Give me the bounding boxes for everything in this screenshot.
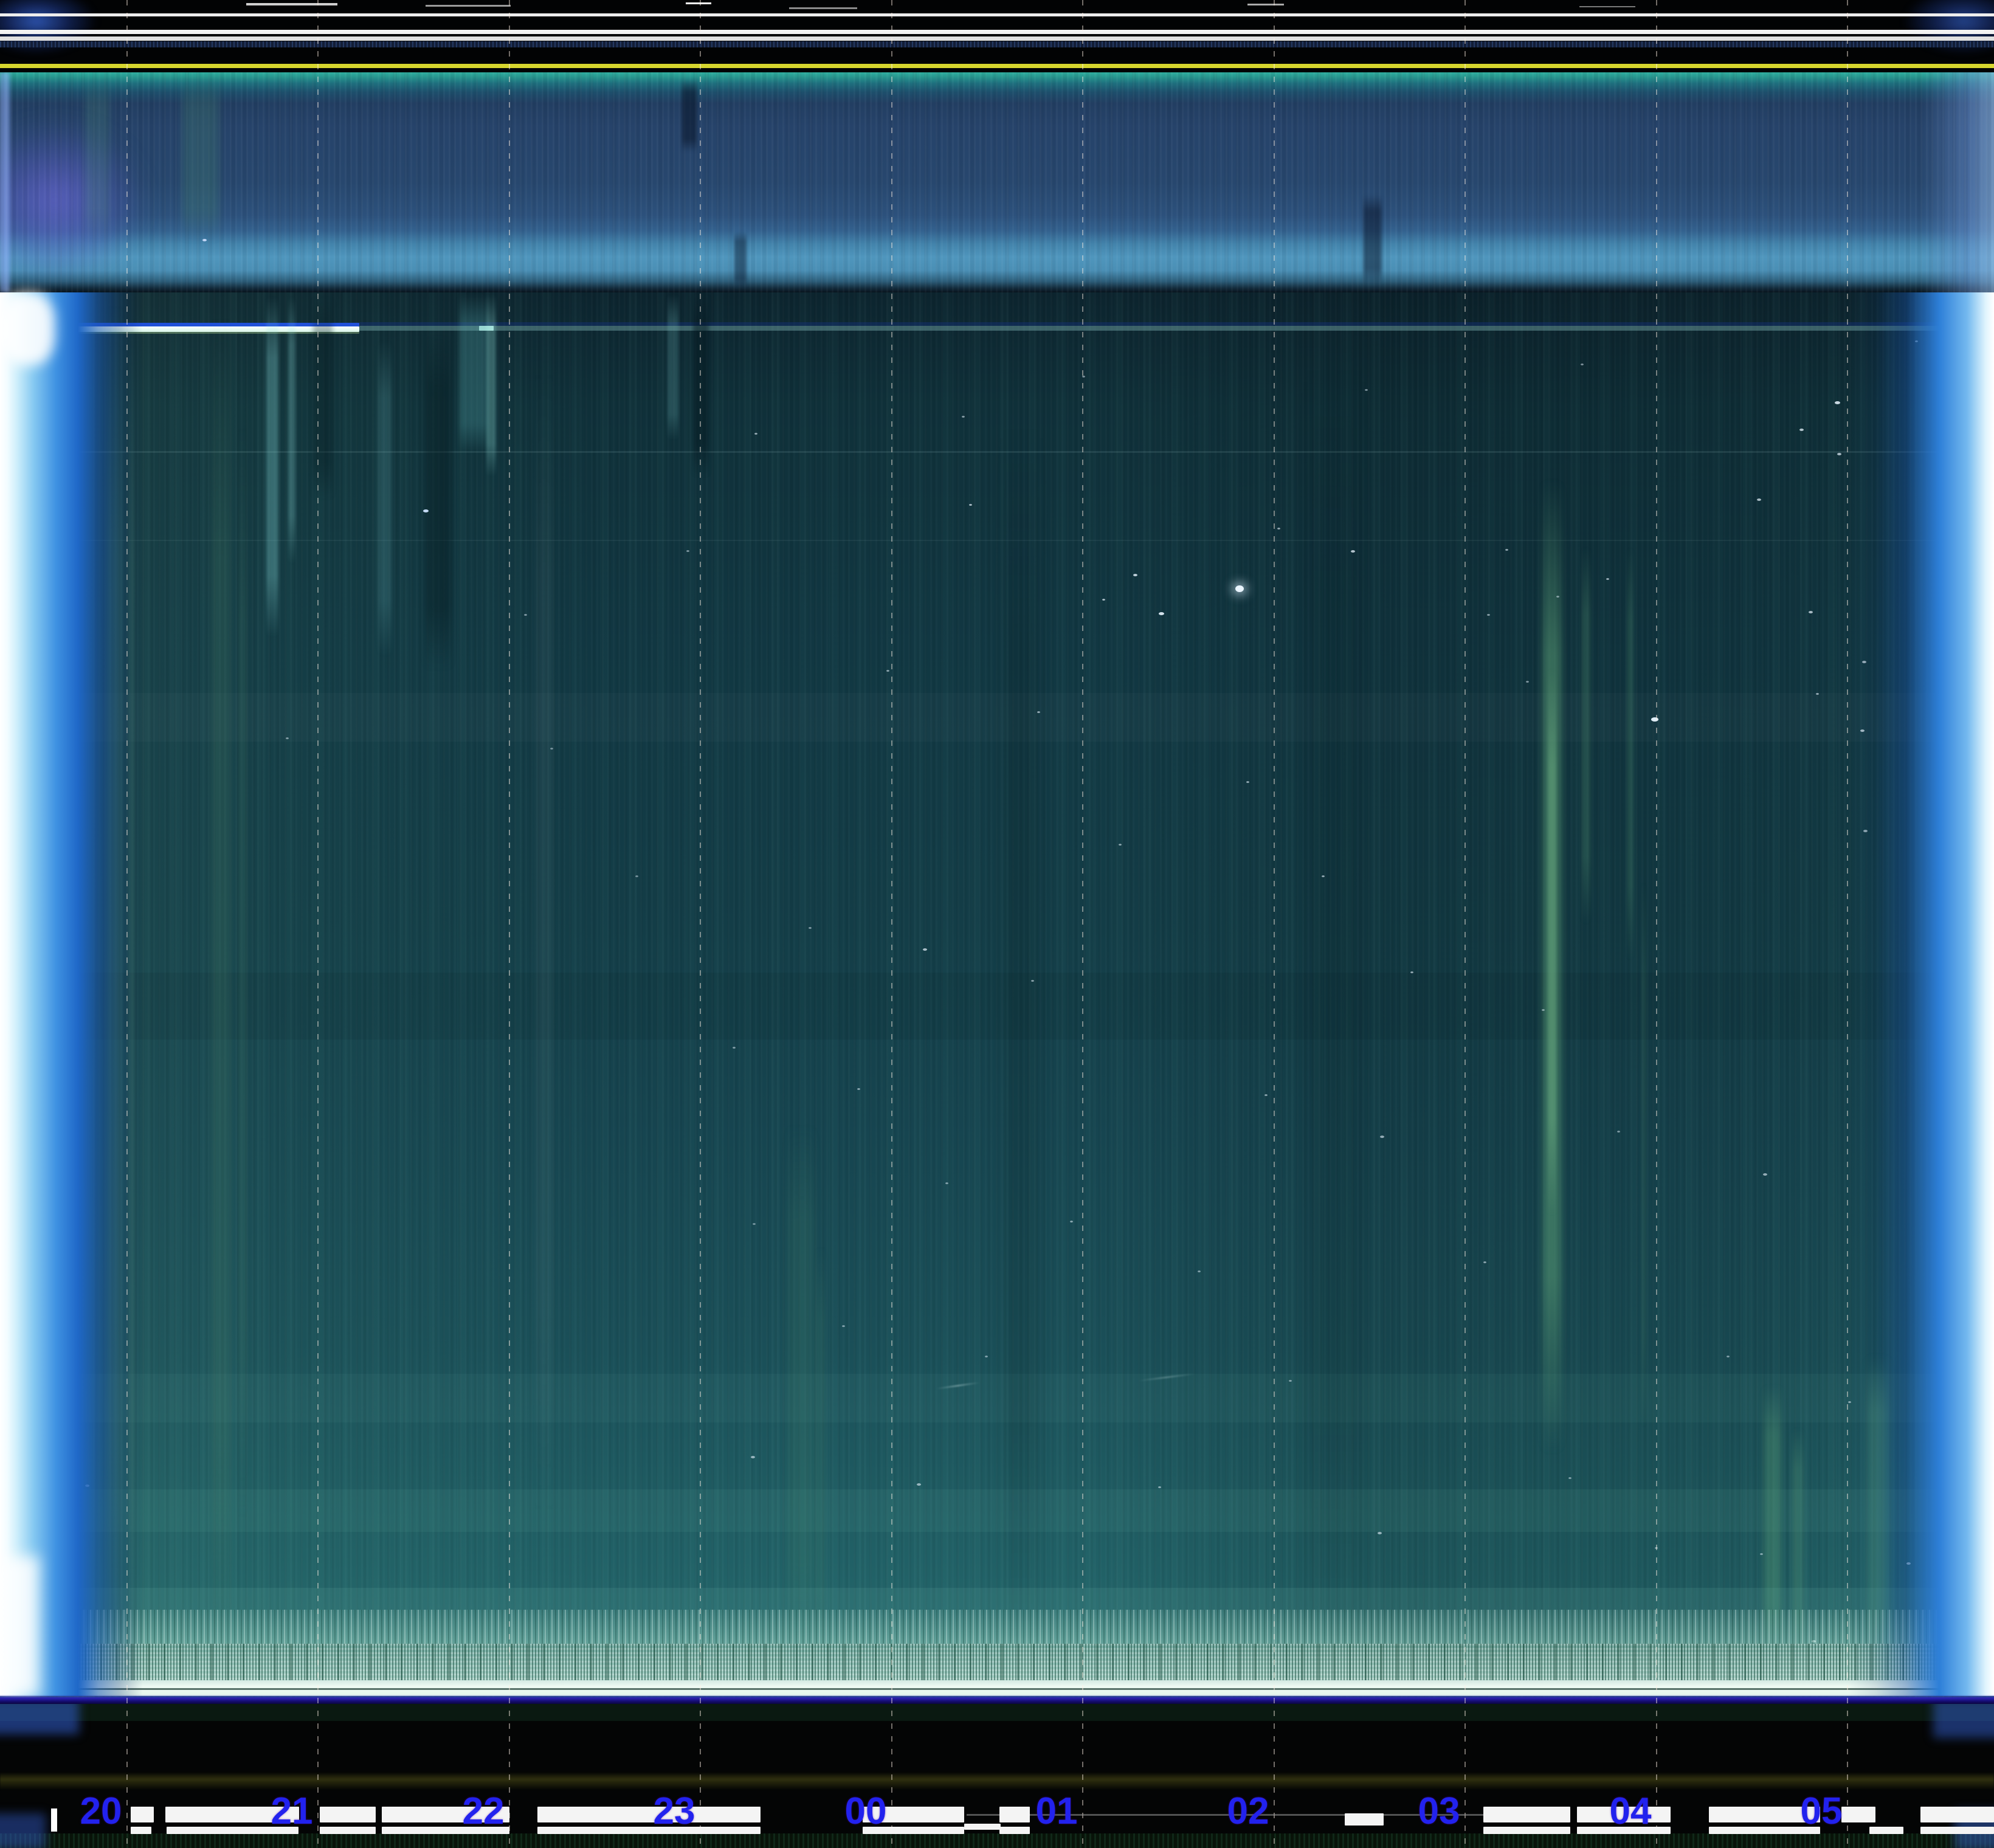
hour-gridline: [1464, 0, 1466, 1848]
ruler-start-tick: [51, 1808, 57, 1832]
hour-label-00: 00: [829, 1793, 902, 1830]
hour-label-02: 02: [1212, 1793, 1285, 1830]
hour-gridline: [1847, 0, 1848, 1848]
hour-label-03: 03: [1402, 1793, 1475, 1830]
keogram-image: 20 21 22 23 00 01 02 03 04 05: [0, 0, 1994, 1848]
exposure-bar-extra: [1345, 1813, 1384, 1826]
hour-gridline: [509, 0, 510, 1848]
hour-label-05: 05: [1785, 1793, 1858, 1830]
exposure-bar-row1: [1483, 1807, 1570, 1822]
hour-gridline: [1656, 0, 1657, 1848]
exposure-bar-row2: [1920, 1827, 1994, 1834]
exposure-bar-row2: [1869, 1827, 1903, 1834]
exposure-bar-extra: [964, 1824, 1001, 1830]
hour-gridline: [700, 0, 701, 1848]
hour-label-22: 22: [447, 1793, 520, 1830]
hour-label-21: 21: [255, 1793, 328, 1830]
hour-label-23: 23: [638, 1793, 711, 1830]
hour-gridline: [126, 0, 128, 1848]
exposure-bar-row2: [1483, 1827, 1570, 1834]
hour-gridline: [1274, 0, 1275, 1848]
hour-gridlines: [0, 0, 1994, 1848]
hour-label-04: 04: [1594, 1793, 1667, 1830]
hour-gridline: [891, 0, 892, 1848]
hour-gridline: [317, 0, 319, 1848]
hour-label-01: 01: [1020, 1793, 1093, 1830]
hour-gridline: [1082, 0, 1083, 1848]
hour-label-20: 20: [64, 1793, 137, 1830]
exposure-bar-row1: [1920, 1807, 1994, 1822]
